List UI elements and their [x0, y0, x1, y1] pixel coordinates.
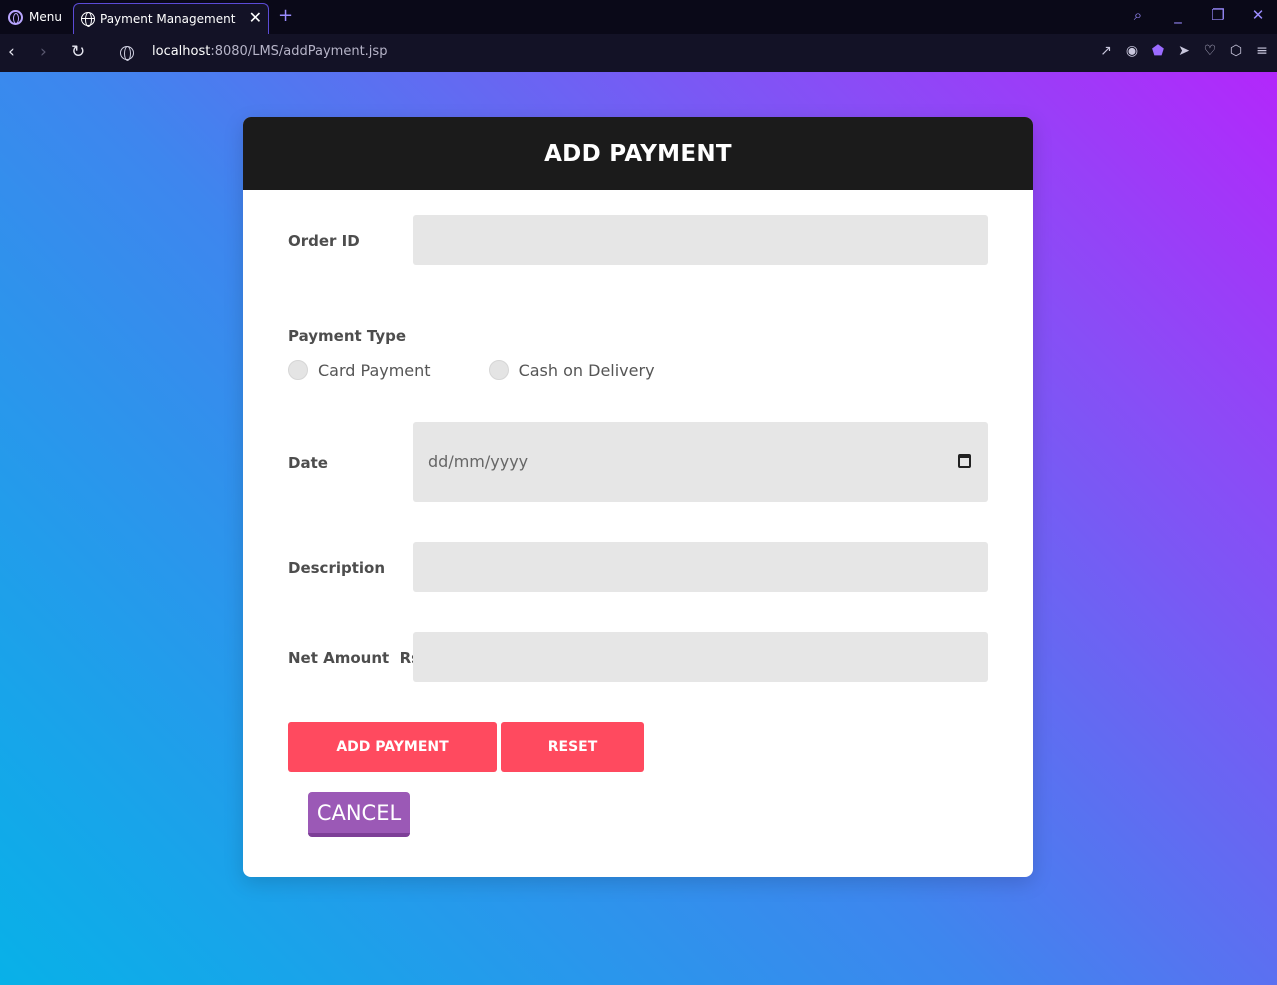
close-window-icon[interactable]: ✕ — [1249, 6, 1267, 24]
url-host: localhost — [152, 44, 211, 59]
opera-logo-icon — [8, 9, 23, 25]
active-tab[interactable]: Payment Management ✕ — [73, 3, 269, 34]
cash-on-delivery-label: Cash on Delivery — [518, 360, 655, 380]
reset-button[interactable]: RESET — [501, 722, 644, 772]
site-info-icon[interactable] — [120, 46, 134, 61]
order-id-input[interactable] — [413, 215, 988, 265]
card-header: ADD PAYMENT — [243, 117, 1033, 190]
send-icon[interactable]: ➤ — [1177, 43, 1191, 59]
restore-icon[interactable]: ❐ — [1209, 6, 1227, 24]
window-controls: ⌕ _ ❐ ✕ — [1129, 6, 1267, 24]
camera-icon[interactable]: ◉ — [1125, 43, 1139, 59]
share-icon[interactable]: ↗ — [1099, 43, 1113, 59]
date-placeholder: dd/mm/yyyy — [428, 452, 529, 471]
forward-icon[interactable]: › — [40, 42, 47, 62]
new-tab-button[interactable]: + — [278, 5, 293, 26]
globe-icon — [81, 12, 95, 27]
url-field[interactable]: localhost:8080/LMS/addPayment.jsp — [152, 44, 387, 59]
toolbar-icons: ↗ ◉ ⬟ ➤ ♡ ⬡ ≡ — [1099, 43, 1269, 59]
url-path: :8080/LMS/addPayment.jsp — [210, 44, 388, 59]
easy-setup-icon[interactable]: ≡ — [1255, 43, 1269, 59]
cancel-button[interactable]: CANCEL — [308, 792, 410, 837]
tab-close-icon[interactable]: ✕ — [249, 9, 262, 27]
cube-icon[interactable]: ⬡ — [1229, 43, 1243, 59]
card-payment-radio[interactable] — [288, 360, 308, 380]
add-payment-button[interactable]: ADD PAYMENT — [288, 722, 497, 772]
back-icon[interactable]: ‹ — [8, 42, 15, 62]
cash-on-delivery-radio[interactable] — [488, 360, 509, 380]
card-payment-label: Card Payment — [318, 360, 431, 380]
shield-icon[interactable]: ⬟ — [1151, 43, 1165, 59]
description-label: Description — [288, 559, 386, 577]
tab-title: Payment Management — [100, 12, 236, 26]
payment-type-label: Payment Type — [288, 327, 407, 345]
payment-type-group: Card Payment Cash on Delivery — [288, 360, 655, 380]
order-id-label: Order ID — [288, 232, 360, 250]
page-background: ADD PAYMENT Order ID Payment Type Card P… — [0, 72, 1277, 985]
heart-icon[interactable]: ♡ — [1203, 43, 1217, 59]
date-label: Date — [288, 454, 328, 472]
date-input[interactable]: dd/mm/yyyy — [413, 422, 988, 502]
tab-bar: Menu Payment Management ✕ + ⌕ _ ❐ ✕ — [0, 0, 1277, 34]
add-payment-card: ADD PAYMENT Order ID Payment Type Card P… — [243, 117, 1033, 877]
reload-icon[interactable]: ↻ — [71, 42, 85, 62]
menu-label: Menu — [29, 10, 62, 24]
net-amount-input[interactable] — [413, 632, 988, 682]
calendar-icon[interactable] — [958, 454, 971, 468]
address-bar: ‹ › ↻ localhost:8080/LMS/addPayment.jsp … — [0, 34, 1277, 72]
net-amount-label: Net Amount Rs. — [288, 649, 426, 667]
description-input[interactable] — [413, 542, 988, 592]
browser-menu-button[interactable]: Menu — [0, 2, 70, 32]
page-title: ADD PAYMENT — [544, 140, 732, 167]
minimize-icon[interactable]: _ — [1169, 6, 1187, 24]
search-icon[interactable]: ⌕ — [1129, 6, 1147, 24]
